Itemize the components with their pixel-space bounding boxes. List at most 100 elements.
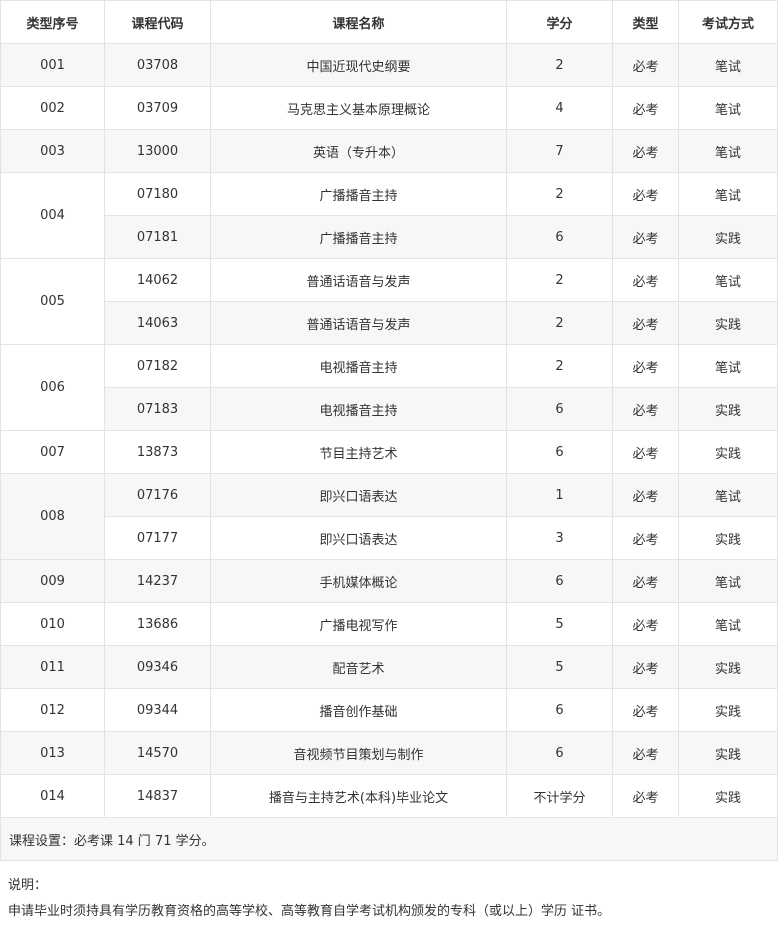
cell-type-no: 011 [0, 645, 105, 689]
cell-type-no: 012 [0, 688, 105, 732]
table-row: 011 09346 配音艺术 5 必考 实践 [0, 645, 778, 689]
cell-course-name: 即兴口语表达 [210, 473, 507, 517]
cell-type: 必考 [612, 301, 679, 345]
cell-credit: 5 [506, 645, 613, 689]
cell-course-name: 普通话语音与发声 [210, 301, 507, 345]
cell-type: 必考 [612, 602, 679, 646]
table-row: 07181 广播播音主持 6 必考 实践 [1, 215, 778, 259]
header-course-code: 课程代码 [104, 0, 211, 44]
cell-type: 必考 [612, 688, 679, 732]
cell-course-code: 07180 [104, 172, 211, 216]
cell-type: 必考 [612, 172, 679, 216]
cell-type-no: 008 [0, 473, 105, 560]
header-type: 类型 [612, 0, 679, 44]
table-row: 003 13000 英语（专升本） 7 必考 笔试 [0, 129, 778, 173]
cell-type-no: 013 [0, 731, 105, 775]
table-row: 07183 电视播音主持 6 必考 实践 [1, 387, 778, 431]
cell-credit: 1 [506, 473, 613, 517]
cell-exam-method: 实践 [678, 731, 778, 775]
cell-type: 必考 [612, 516, 679, 560]
table-row: 014 14837 播音与主持艺术(本科)毕业论文 不计学分 必考 实践 [0, 774, 778, 818]
table-row: 013 14570 音视频节目策划与制作 6 必考 实践 [0, 731, 778, 775]
cell-course-name: 即兴口语表达 [210, 516, 507, 560]
table-row: 07177 即兴口语表达 3 必考 实践 [1, 516, 778, 560]
cell-course-code: 07177 [104, 516, 211, 560]
cell-credit: 6 [506, 559, 613, 603]
cell-type: 必考 [612, 731, 679, 775]
cell-credit: 2 [506, 172, 613, 216]
cell-type-no: 004 [0, 172, 105, 259]
cell-course-name: 配音艺术 [210, 645, 507, 689]
header-exam-method: 考试方式 [678, 0, 778, 44]
cell-course-name: 马克思主义基本原理概论 [210, 86, 507, 130]
cell-course-name: 广播电视写作 [210, 602, 507, 646]
cell-type-no: 014 [0, 774, 105, 818]
cell-type-no: 007 [0, 430, 105, 474]
table-row: 008 07176 即兴口语表达 1 必考 笔试 [0, 473, 778, 560]
cell-type: 必考 [612, 86, 679, 130]
cell-type-no: 010 [0, 602, 105, 646]
cell-course-name: 英语（专升本） [210, 129, 507, 173]
cell-type: 必考 [612, 215, 679, 259]
cell-exam-method: 笔试 [678, 344, 778, 388]
cell-exam-method: 笔试 [678, 172, 778, 216]
cell-course-code: 07182 [104, 344, 211, 388]
cell-exam-method: 笔试 [678, 473, 778, 517]
cell-type: 必考 [612, 774, 679, 818]
cell-credit: 3 [506, 516, 613, 560]
table-row: 007 13873 节目主持艺术 6 必考 实践 [0, 430, 778, 474]
cell-credit: 7 [506, 129, 613, 173]
cell-credit: 6 [506, 688, 613, 732]
notes-section: 说明： 申请毕业时须持具有学历教育资格的高等学校、高等教育自学考试机构颁发的专科… [0, 861, 778, 925]
cell-type-no: 001 [0, 43, 105, 87]
cell-exam-method: 实践 [678, 430, 778, 474]
table-row: 002 03709 马克思主义基本原理概论 4 必考 笔试 [0, 86, 778, 130]
table-row: 006 07182 电视播音主持 2 必考 笔试 [0, 344, 778, 431]
header-type-no: 类型序号 [0, 0, 105, 44]
cell-credit: 2 [506, 43, 613, 87]
cell-course-code: 13873 [104, 430, 211, 474]
notes-title: 说明： [8, 878, 48, 893]
cell-credit: 6 [506, 430, 613, 474]
cell-type: 必考 [612, 43, 679, 87]
cell-credit: 6 [506, 387, 613, 431]
cell-type-no: 009 [0, 559, 105, 603]
cell-course-name: 手机媒体概论 [210, 559, 507, 603]
cell-course-name: 播音创作基础 [210, 688, 507, 732]
cell-course-name: 音视频节目策划与制作 [210, 731, 507, 775]
cell-course-code: 03708 [104, 43, 211, 87]
cell-credit: 2 [506, 344, 613, 388]
cell-exam-method: 笔试 [678, 86, 778, 130]
cell-course-name: 中国近现代史纲要 [210, 43, 507, 87]
cell-exam-method: 实践 [678, 215, 778, 259]
cell-exam-method: 实践 [678, 774, 778, 818]
cell-type-no: 006 [0, 344, 105, 431]
course-table: 类型序号 课程代码 课程名称 学分 类型 考试方式 001 03708 中国近现代史… [0, 0, 778, 861]
cell-course-code: 13686 [104, 602, 211, 646]
cell-type: 必考 [612, 430, 679, 474]
cell-exam-method: 笔试 [678, 559, 778, 603]
table-row: 005 14062 普通话语音与发声 2 必考 笔试 [0, 258, 778, 345]
cell-exam-method: 笔试 [678, 602, 778, 646]
table-row: 012 09344 播音创作基础 6 必考 实践 [0, 688, 778, 732]
cell-credit: 4 [506, 86, 613, 130]
cell-exam-method: 实践 [678, 387, 778, 431]
cell-course-name: 电视播音主持 [210, 387, 507, 431]
cell-type: 必考 [612, 473, 679, 517]
cell-course-name: 电视播音主持 [210, 344, 507, 388]
cell-course-code: 03709 [104, 86, 211, 130]
cell-exam-method: 笔试 [678, 43, 778, 87]
summary-row: 课程设置：必考课 14 门 71 学分。 [0, 817, 778, 861]
notes-body: 申请毕业时须持具有学历教育资格的高等学校、高等教育自学考试机构颁发的专科（或以上… [8, 904, 611, 919]
cell-type: 必考 [612, 344, 679, 388]
cell-credit: 6 [506, 731, 613, 775]
table-body: 001 03708 中国近现代史纲要 2 必考 笔试 002 03709 马克思主义基本原理概论… [0, 43, 778, 818]
cell-course-code: 14237 [104, 559, 211, 603]
cell-type: 必考 [612, 258, 679, 302]
header-credit: 学分 [506, 0, 613, 44]
cell-course-code: 07181 [104, 215, 211, 259]
table-row: 14063 普通话语音与发声 2 必考 实践 [1, 301, 778, 345]
cell-exam-method: 实践 [678, 688, 778, 732]
cell-type-no: 002 [0, 86, 105, 130]
table-row: 009 14237 手机媒体概论 6 必考 笔试 [0, 559, 778, 603]
